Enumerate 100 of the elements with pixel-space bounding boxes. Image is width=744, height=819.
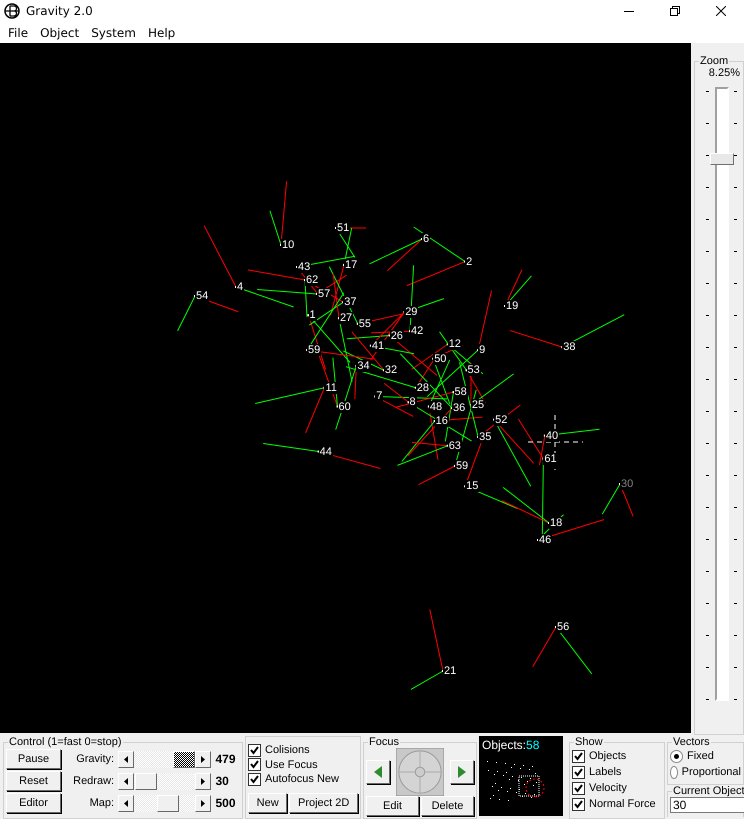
object-label[interactable]: 38 bbox=[562, 341, 576, 354]
object-label[interactable]: 59 bbox=[307, 344, 322, 356]
checkbox-label[interactable]: Labels bbox=[589, 766, 622, 778]
checkbox[interactable] bbox=[572, 766, 585, 778]
object-label[interactable]: 11 bbox=[324, 382, 338, 394]
control-title: Control (1=fast 0=stop) bbox=[8, 736, 123, 748]
object-label[interactable]: 50 bbox=[433, 352, 448, 365]
slider-label: Map: bbox=[88, 797, 114, 809]
checkbox-label[interactable]: Velocity bbox=[589, 782, 627, 794]
object-label[interactable]: 57 bbox=[317, 288, 332, 300]
action-button[interactable]: New bbox=[248, 793, 288, 814]
scrollbar-slider[interactable] bbox=[118, 750, 212, 768]
previous-button[interactable] bbox=[366, 760, 390, 784]
menu-item[interactable]: Object bbox=[34, 26, 86, 40]
slider-value: 30 bbox=[215, 774, 230, 788]
radio-label[interactable]: Proportional bbox=[682, 766, 741, 778]
checkbox[interactable] bbox=[248, 744, 261, 757]
checkbox[interactable] bbox=[572, 782, 585, 794]
object-count: Objects:58 bbox=[482, 738, 540, 752]
zoom-slider-thumb[interactable] bbox=[710, 153, 734, 165]
radio-button[interactable] bbox=[670, 750, 683, 762]
focus-button[interactable]: Delete bbox=[421, 796, 474, 816]
vectors-title: Vectors bbox=[672, 736, 711, 748]
menu-item[interactable]: Help bbox=[142, 26, 182, 40]
left-arrow-icon[interactable] bbox=[124, 800, 128, 806]
current-object-field[interactable]: 30 bbox=[670, 797, 744, 813]
object-label[interactable]: 36 bbox=[452, 402, 466, 414]
object-label[interactable]: 29 bbox=[404, 306, 418, 318]
object-label[interactable]: 58 bbox=[454, 386, 468, 398]
checkbox-label[interactable]: Use Focus bbox=[265, 758, 318, 771]
object-label[interactable]: 4 bbox=[236, 281, 244, 293]
minimize-icon[interactable] bbox=[624, 10, 634, 12]
zoom-title: Zoom bbox=[699, 55, 730, 67]
checkbox[interactable] bbox=[572, 798, 585, 810]
radio-button[interactable] bbox=[670, 766, 678, 778]
object-label[interactable]: 59 bbox=[454, 460, 470, 472]
object-label[interactable]: 10 bbox=[281, 239, 296, 251]
zoom-slider[interactable] bbox=[706, 87, 736, 701]
crosshair-icon bbox=[528, 414, 584, 470]
checkbox[interactable] bbox=[248, 772, 261, 786]
left-arrow-icon[interactable] bbox=[124, 778, 128, 784]
object-label[interactable]: 30 bbox=[620, 478, 634, 490]
scrollbar-thumb[interactable] bbox=[173, 750, 196, 768]
object-label[interactable]: 12 bbox=[448, 338, 462, 350]
close-icon[interactable] bbox=[716, 6, 726, 16]
control-button[interactable]: Pause bbox=[6, 749, 62, 769]
scrollbar-slider[interactable] bbox=[118, 772, 212, 790]
object-label[interactable]: 27 bbox=[338, 312, 354, 324]
object-label[interactable]: 21 bbox=[443, 665, 458, 677]
object-label[interactable]: 9 bbox=[478, 344, 486, 356]
object-label[interactable]: 19 bbox=[505, 300, 520, 312]
object-label[interactable]: 16 bbox=[434, 415, 449, 428]
action-button[interactable]: Project 2D bbox=[289, 793, 358, 814]
object-label[interactable]: 53 bbox=[466, 364, 481, 376]
radio-label[interactable]: Fixed bbox=[687, 750, 714, 762]
object-label[interactable]: 25 bbox=[470, 399, 486, 412]
object-label[interactable]: 62 bbox=[305, 274, 320, 286]
slider-value: 500 bbox=[215, 796, 236, 810]
object-label[interactable]: 52 bbox=[494, 414, 508, 426]
scrollbar-thumb[interactable] bbox=[157, 794, 180, 812]
object-label[interactable]: 46 bbox=[538, 534, 552, 546]
object-label[interactable]: 43 bbox=[297, 261, 312, 273]
checkbox-label[interactable]: Colisions bbox=[265, 744, 310, 756]
menu-item[interactable]: System bbox=[85, 26, 142, 40]
minimap[interactable]: Objects:58 bbox=[479, 736, 563, 816]
left-arrow-icon[interactable] bbox=[124, 756, 128, 762]
checkbox[interactable] bbox=[572, 750, 585, 762]
object-label[interactable]: 56 bbox=[556, 621, 570, 633]
object-label[interactable]: 34 bbox=[356, 360, 371, 372]
maximize-icon[interactable] bbox=[670, 6, 680, 16]
object-label[interactable]: 32 bbox=[384, 364, 398, 376]
object-label[interactable]: 37 bbox=[343, 296, 358, 308]
object-label[interactable]: 6 bbox=[422, 233, 430, 245]
object-label[interactable]: 35 bbox=[478, 431, 492, 444]
checkbox-label[interactable]: Objects bbox=[589, 750, 626, 762]
scrollbar-slider[interactable] bbox=[118, 794, 212, 812]
right-arrow-icon[interactable] bbox=[201, 800, 206, 806]
checkbox-label[interactable]: Normal Force bbox=[589, 798, 656, 810]
object-label[interactable]: 15 bbox=[465, 480, 480, 492]
control-button[interactable]: Editor bbox=[6, 793, 62, 813]
focus-title: Focus bbox=[368, 736, 400, 748]
right-arrow-icon[interactable] bbox=[201, 756, 206, 762]
object-label[interactable]: 54 bbox=[195, 290, 210, 302]
focus-button[interactable]: Edit bbox=[366, 796, 419, 816]
object-label[interactable]: 7 bbox=[375, 390, 384, 402]
right-arrow-icon[interactable] bbox=[201, 778, 206, 784]
checkbox-label[interactable]: Autofocus New bbox=[265, 773, 339, 786]
next-button[interactable] bbox=[450, 760, 474, 784]
object-label[interactable]: 18 bbox=[549, 517, 564, 529]
slider-label: Redraw: bbox=[72, 775, 114, 787]
object-label[interactable]: 2 bbox=[465, 256, 474, 268]
menu-item[interactable]: File bbox=[2, 26, 34, 40]
checkbox[interactable] bbox=[248, 758, 261, 772]
object-label[interactable]: 61 bbox=[543, 452, 558, 465]
object-label[interactable]: 17 bbox=[344, 259, 358, 271]
scrollbar-thumb[interactable] bbox=[135, 772, 158, 790]
slider-value: 479 bbox=[215, 752, 236, 766]
zoom-reading: 8.25% bbox=[708, 67, 741, 79]
object-label[interactable]: 51 bbox=[336, 222, 350, 234]
control-button[interactable]: Reset bbox=[6, 771, 62, 791]
